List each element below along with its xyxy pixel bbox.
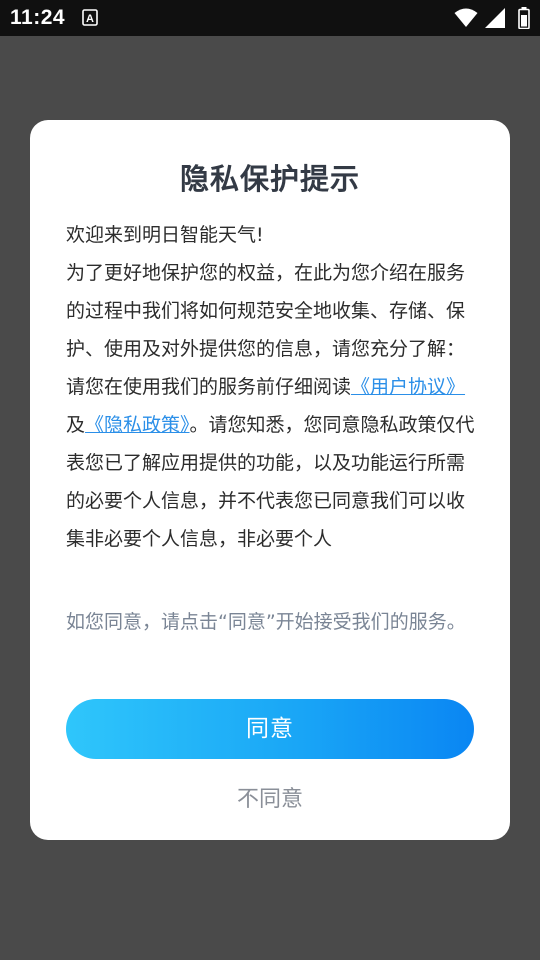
- privacy-dialog: 隐私保护提示 欢迎来到明日智能天气! 为了更好地保护您的权益，在此为您介绍在服务…: [30, 120, 510, 840]
- svg-text:A: A: [86, 13, 94, 25]
- dialog-title: 隐私保护提示: [179, 162, 360, 196]
- status-time: 11:24: [10, 6, 66, 29]
- intro-text: 为了更好地保护您的权益，在此为您介绍在服务的过程中我们将如何规范安全地收集、存储…: [66, 262, 466, 360]
- user-agreement-link[interactable]: 《用户协议》: [351, 376, 465, 398]
- wifi-icon: [454, 7, 478, 33]
- read-prefix-text: 请您在使用我们的服务前仔细阅读: [66, 376, 352, 398]
- disagree-button[interactable]: 不同意: [170, 778, 370, 822]
- privacy-policy-link[interactable]: 《隐私政策》: [85, 414, 190, 436]
- agree-button[interactable]: 同意: [66, 699, 474, 759]
- greeting-text: 欢迎来到明日智能天气!: [66, 224, 264, 246]
- read-paragraph: 请您在使用我们的服务前仔细阅读《用户协议》及《隐私政策》。请您知悉，您同意隐私政…: [66, 368, 476, 558]
- battery-icon: [518, 7, 530, 33]
- status-bar: 11:24 A: [0, 0, 540, 36]
- a-letter-icon: A: [82, 9, 98, 26]
- signal-icon: [484, 7, 506, 33]
- policy-text-scroll[interactable]: 欢迎来到明日智能天气! 为了更好地保护您的权益，在此为您介绍在服务的过程中我们将…: [66, 216, 476, 590]
- conjunction-text: 及: [66, 414, 86, 436]
- consent-note: 如您同意，请点击“同意”开始接受我们的服务。: [66, 611, 466, 633]
